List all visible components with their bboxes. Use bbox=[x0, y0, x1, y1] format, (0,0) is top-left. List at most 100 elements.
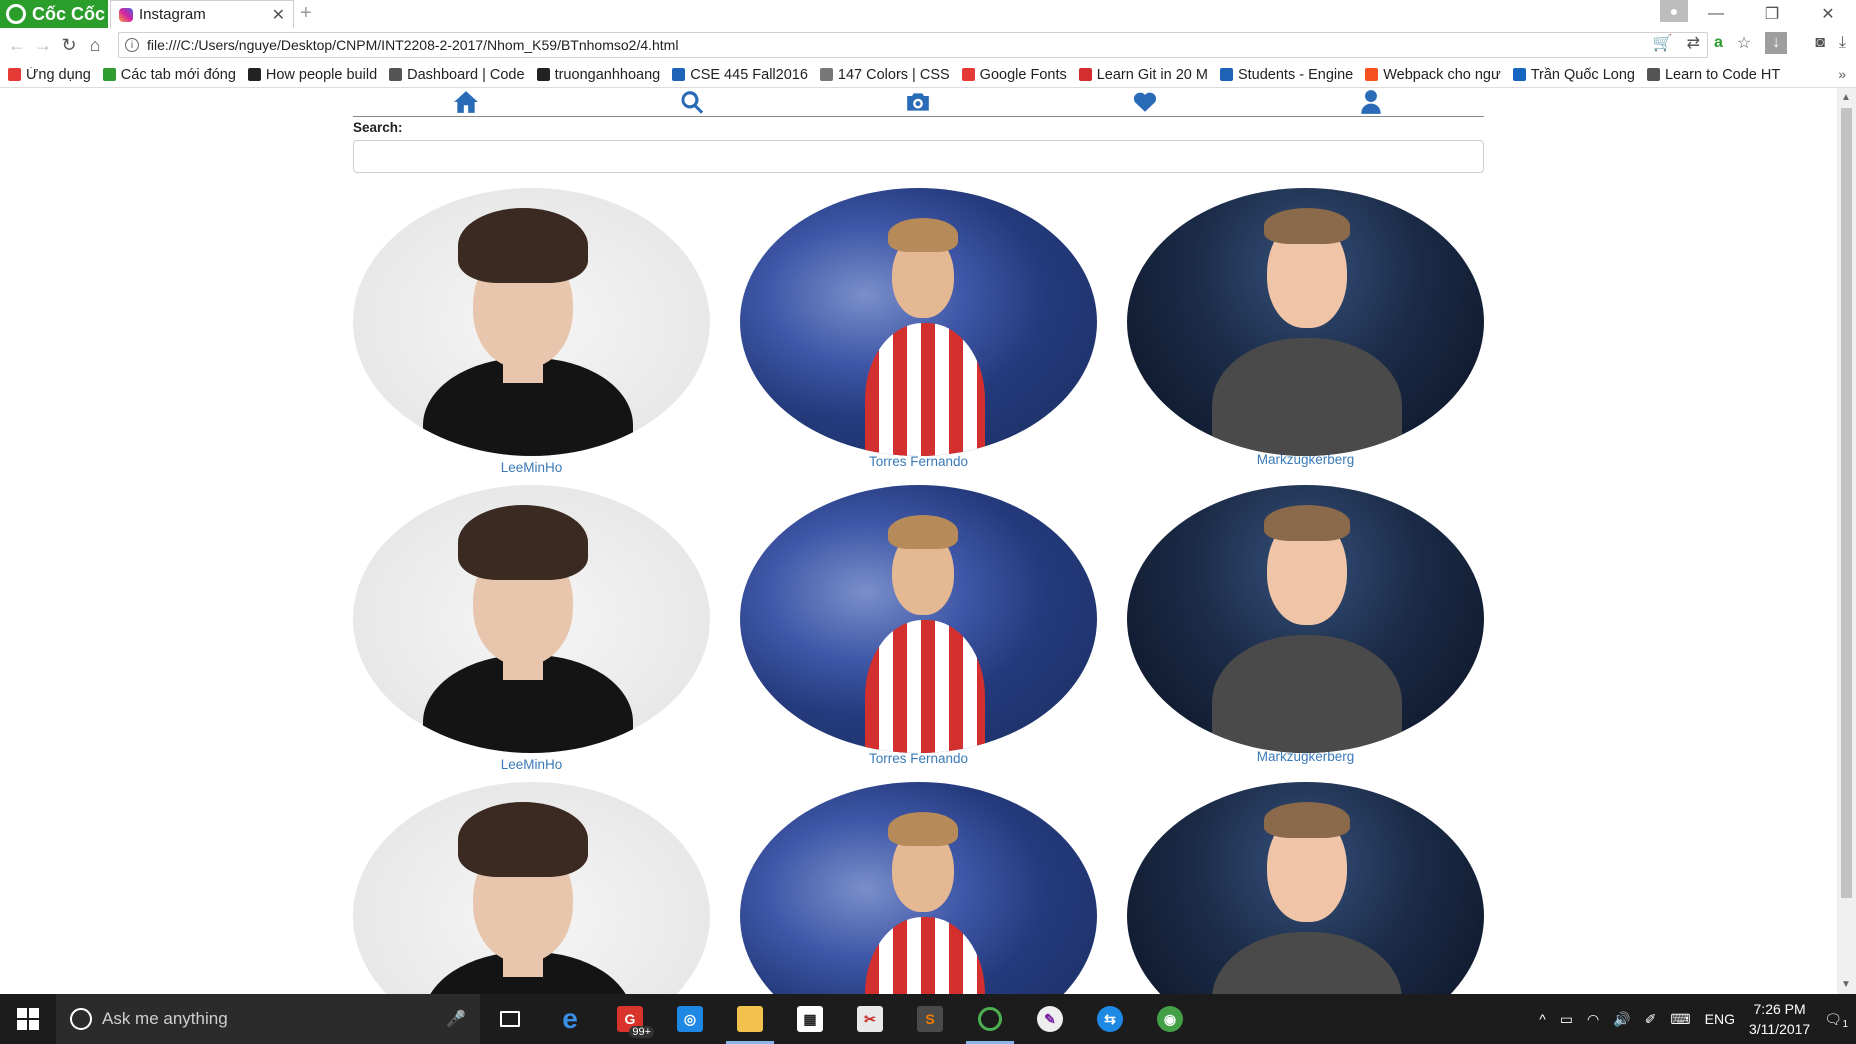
bookmark-item[interactable]: Students - Engine bbox=[1219, 67, 1353, 83]
bookmark-favicon-icon bbox=[536, 68, 550, 81]
nav-profile[interactable] bbox=[1258, 88, 1484, 116]
star-icon[interactable]: ☆ bbox=[1737, 33, 1751, 53]
action-center-icon[interactable]: 🗨 1 bbox=[1824, 1011, 1848, 1030]
bookmark-favicon-icon bbox=[1219, 68, 1233, 81]
language-indicator[interactable]: ENG bbox=[1705, 1011, 1735, 1027]
profile-photo[interactable] bbox=[353, 782, 710, 994]
bookmarks-more-icon[interactable]: » bbox=[1838, 66, 1846, 82]
tab-instagram[interactable]: Instagram ✕ bbox=[110, 0, 294, 28]
home-page-icon[interactable]: ⌂ bbox=[82, 35, 108, 56]
profile-photo[interactable] bbox=[740, 485, 1097, 753]
profile-photo[interactable] bbox=[353, 188, 710, 456]
taskbar-mail[interactable]: G 99+ bbox=[600, 994, 660, 1044]
bookmark-item[interactable]: Learn to Code HT bbox=[1646, 67, 1780, 83]
battery-icon[interactable]: ▭ bbox=[1560, 1011, 1573, 1028]
translate-icon[interactable]: ⇄ bbox=[1687, 33, 1700, 53]
keyboard-icon[interactable]: ⌨ bbox=[1670, 1011, 1690, 1028]
bookmark-item[interactable]: How people build bbox=[247, 67, 377, 83]
profile-card[interactable]: Markzugkerberg bbox=[1127, 485, 1484, 764]
brand-label: Cốc Cốc bbox=[32, 3, 106, 24]
clock[interactable]: 7:26 PM 3/11/2017 bbox=[1749, 999, 1810, 1039]
taskbar-app-map[interactable]: ◉ bbox=[1140, 994, 1200, 1044]
scroll-thumb[interactable] bbox=[1841, 108, 1852, 898]
taskbar-app-red[interactable]: ✂ bbox=[840, 994, 900, 1044]
profile-card[interactable]: Markzugkerberg bbox=[1127, 188, 1484, 467]
bookmark-item[interactable]: 147 Colors | CSS bbox=[819, 67, 950, 83]
cart-icon[interactable]: 🛒 bbox=[1653, 33, 1673, 53]
taskbar-instagram[interactable]: ◎ bbox=[660, 994, 720, 1044]
nav-home[interactable] bbox=[353, 88, 579, 116]
taskbar-teamviewer[interactable]: ⇆ bbox=[1080, 994, 1140, 1044]
profile-photo[interactable] bbox=[1127, 188, 1484, 456]
profile-card[interactable] bbox=[740, 782, 1097, 994]
bookmarks-bar: Ứng dụng Các tab mới đóng How people build… bbox=[0, 62, 1856, 88]
bookmark-label: CSE 445 Fall2016 bbox=[690, 66, 808, 83]
url-field[interactable]: i file:///C:/Users/nguye/Desktop/CNPM/IN… bbox=[118, 32, 1708, 58]
profile-photo[interactable] bbox=[1127, 782, 1484, 994]
microphone-icon[interactable]: 🎤 bbox=[446, 1009, 466, 1029]
close-window-icon[interactable]: ✕ bbox=[1800, 4, 1856, 24]
reload-icon[interactable]: ↻ bbox=[56, 35, 82, 56]
nav-search[interactable] bbox=[579, 88, 805, 116]
restore-icon[interactable]: ❐ bbox=[1744, 4, 1800, 24]
bookmark-item[interactable]: Ứng dụng bbox=[8, 67, 91, 83]
bookmark-item[interactable]: Các tab mới đóng bbox=[102, 67, 236, 83]
downloads-icon[interactable]: ⤓ bbox=[1839, 34, 1846, 52]
search-input[interactable] bbox=[353, 140, 1484, 173]
profile-photo[interactable] bbox=[740, 188, 1097, 456]
profile-button[interactable]: ● bbox=[1660, 0, 1688, 22]
profile-card[interactable] bbox=[353, 782, 710, 994]
taskbar-store[interactable]: ▦ bbox=[780, 994, 840, 1044]
bookmark-label: Ứng dụng bbox=[26, 66, 91, 83]
nav-camera[interactable] bbox=[805, 88, 1031, 116]
profile-name[interactable]: LeeMinHo bbox=[353, 460, 710, 475]
page-scrollbar[interactable]: ▲ ▼ bbox=[1837, 88, 1856, 994]
back-icon[interactable]: ← bbox=[4, 35, 30, 56]
profile-name[interactable]: LeeMinHo bbox=[353, 757, 710, 772]
profile-card[interactable]: LeeMinHo bbox=[353, 485, 710, 772]
bookmark-item[interactable]: Google Fonts bbox=[961, 67, 1067, 83]
minimize-icon[interactable]: — bbox=[1688, 5, 1744, 23]
bookmark-item[interactable]: Learn Git in 20 M bbox=[1078, 67, 1208, 83]
screenshot-icon[interactable]: ◙ bbox=[1815, 34, 1825, 52]
cortana-search[interactable]: Ask me anything 🎤 bbox=[56, 994, 480, 1044]
volume-icon[interactable]: 🔊 bbox=[1613, 1011, 1630, 1028]
info-icon[interactable]: i bbox=[125, 38, 139, 52]
bookmark-item[interactable]: CSE 445 Fall2016 bbox=[672, 67, 808, 83]
profile-card[interactable]: Torres Fernando bbox=[740, 188, 1097, 469]
download-icon[interactable]: ↓ bbox=[1765, 32, 1788, 54]
nav-heart[interactable] bbox=[1032, 88, 1258, 116]
profile-photo[interactable] bbox=[1127, 485, 1484, 753]
profile-name[interactable]: Torres Fernando bbox=[740, 454, 1097, 469]
profile-card[interactable]: LeeMinHo bbox=[353, 188, 710, 475]
taskbar-sublime[interactable]: S bbox=[900, 994, 960, 1044]
bookmark-item[interactable]: truonganhhoang bbox=[536, 67, 660, 83]
clock-date: 3/11/2017 bbox=[1748, 1021, 1811, 1037]
scroll-down-icon[interactable]: ▼ bbox=[1841, 979, 1851, 990]
tray-expand-icon[interactable]: ^ bbox=[1539, 1011, 1546, 1027]
taskbar-file-explorer[interactable] bbox=[720, 994, 780, 1044]
wifi-icon[interactable]: ◠ bbox=[1587, 1011, 1599, 1028]
browser-brand[interactable]: Cốc Cốc bbox=[0, 0, 108, 28]
taskbar-paint[interactable]: ✎ bbox=[1020, 994, 1080, 1044]
url-text: file:///C:/Users/nguye/Desktop/CNPM/INT2… bbox=[147, 37, 679, 53]
task-view-button[interactable] bbox=[480, 994, 540, 1044]
profile-card[interactable] bbox=[1127, 782, 1484, 994]
profile-photo[interactable] bbox=[353, 485, 710, 753]
pen-icon[interactable]: ✐ bbox=[1645, 1011, 1657, 1028]
taskbar-coccoc[interactable] bbox=[960, 994, 1020, 1044]
taskbar-edge[interactable]: e bbox=[540, 994, 600, 1044]
extension-icon[interactable]: a bbox=[1714, 34, 1723, 52]
start-button[interactable] bbox=[0, 994, 56, 1044]
bookmark-item[interactable]: Dashboard | Code bbox=[389, 67, 525, 83]
tab-close-icon[interactable]: ✕ bbox=[272, 5, 285, 25]
profile-name[interactable]: Torres Fernando bbox=[740, 751, 1097, 766]
bookmark-item[interactable]: Webpack cho ngư bbox=[1365, 67, 1501, 83]
home-icon bbox=[454, 91, 479, 113]
scroll-up-icon[interactable]: ▲ bbox=[1841, 92, 1851, 103]
profile-photo[interactable] bbox=[740, 782, 1097, 994]
forward-icon[interactable]: → bbox=[30, 35, 56, 56]
profile-card[interactable]: Torres Fernando bbox=[740, 485, 1097, 766]
bookmark-item[interactable]: Trần Quốc Long bbox=[1512, 67, 1635, 83]
new-tab-button[interactable]: + bbox=[300, 2, 312, 25]
